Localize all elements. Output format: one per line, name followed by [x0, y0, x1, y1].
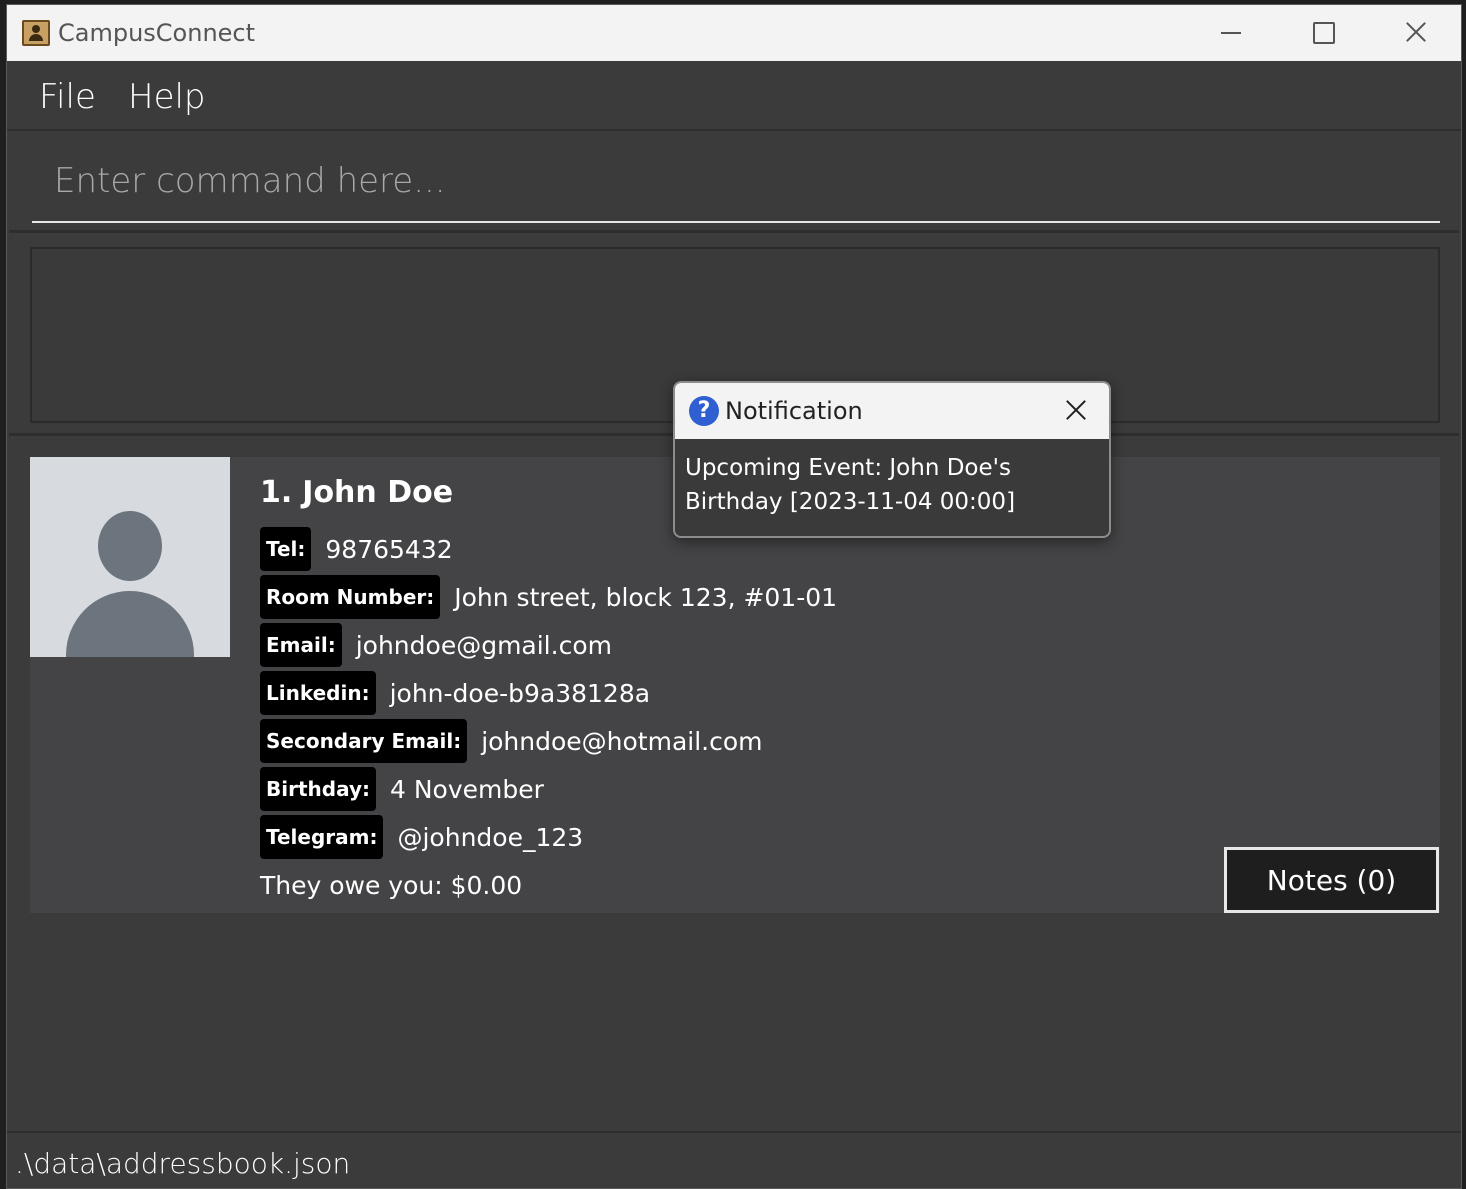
maximize-icon[interactable] — [1277, 5, 1369, 61]
notification-header: ? Notification — [675, 383, 1109, 439]
person-list[interactable]: 1. John Doe Tel: 98765432 Room Number: Jo… — [9, 439, 1459, 1129]
notes-button[interactable]: Notes (0) — [1224, 847, 1439, 913]
tag-telegram: Telegram: — [260, 815, 384, 859]
value-room: John street, block 123, #01-01 — [454, 582, 838, 612]
avatar-body — [66, 591, 194, 657]
notification-popup[interactable]: ? Notification Upcoming Event: John Doe'… — [673, 381, 1111, 538]
field-linkedin: Linkedin: john-doe-b9a38128a — [260, 671, 650, 715]
menu-file[interactable]: File — [39, 77, 96, 117]
tag-tel: Tel: — [260, 527, 312, 571]
tag-birthday: Birthday: — [260, 767, 376, 811]
field-room: Room Number: John street, block 123, #01… — [260, 575, 837, 619]
status-bar: .\data\addressbook.json — [7, 1131, 1461, 1188]
app-window: CampusConnect File Help 1. John Doe Tel: … — [6, 4, 1462, 1189]
value-birthday: 4 November — [390, 774, 544, 804]
menu-help[interactable]: Help — [128, 77, 206, 117]
notification-message: Upcoming Event: John Doe's Birthday [202… — [685, 455, 1016, 515]
person-index: 1. — [260, 475, 293, 510]
window-title: CampusConnect — [58, 19, 256, 47]
title-bar: CampusConnect — [7, 5, 1461, 61]
app-icon — [22, 20, 50, 46]
question-icon: ? — [689, 396, 719, 426]
value-linkedin: john-doe-b9a38128a — [389, 678, 651, 708]
tag-room: Room Number: — [260, 575, 441, 619]
owe-amount: They owe you: $0.00 — [260, 871, 523, 900]
field-tel: Tel: 98765432 — [260, 527, 453, 571]
menu-bar: File Help — [7, 61, 1461, 131]
value-tel: 98765432 — [325, 534, 453, 564]
close-icon[interactable] — [1369, 5, 1461, 61]
field-telegram: Telegram: @johndoe_123 — [260, 815, 583, 859]
avatar — [30, 457, 230, 657]
notification-close-icon[interactable] — [1061, 395, 1091, 425]
person-name: 1. John Doe — [260, 475, 453, 510]
value-telegram: @johndoe_123 — [397, 822, 584, 852]
value-email: johndoe@gmail.com — [355, 630, 612, 660]
tag-linkedin: Linkedin: — [260, 671, 376, 715]
field-secondary-email: Secondary Email: johndoe@hotmail.com — [260, 719, 763, 763]
tag-secondary-email: Secondary Email: — [260, 719, 468, 763]
value-secondary-email: johndoe@hotmail.com — [481, 726, 763, 756]
notification-title: Notification — [725, 397, 863, 425]
minimize-icon[interactable] — [1185, 5, 1277, 61]
field-birthday: Birthday: 4 November — [260, 767, 544, 811]
status-file-path: .\data\addressbook.json — [15, 1147, 351, 1180]
command-input[interactable] — [32, 141, 1440, 223]
command-box-panel — [9, 133, 1459, 233]
avatar-head — [98, 511, 162, 581]
tag-email: Email: — [260, 623, 342, 667]
field-email: Email: johndoe@gmail.com — [260, 623, 612, 667]
person-name-text: John Doe — [302, 475, 454, 510]
